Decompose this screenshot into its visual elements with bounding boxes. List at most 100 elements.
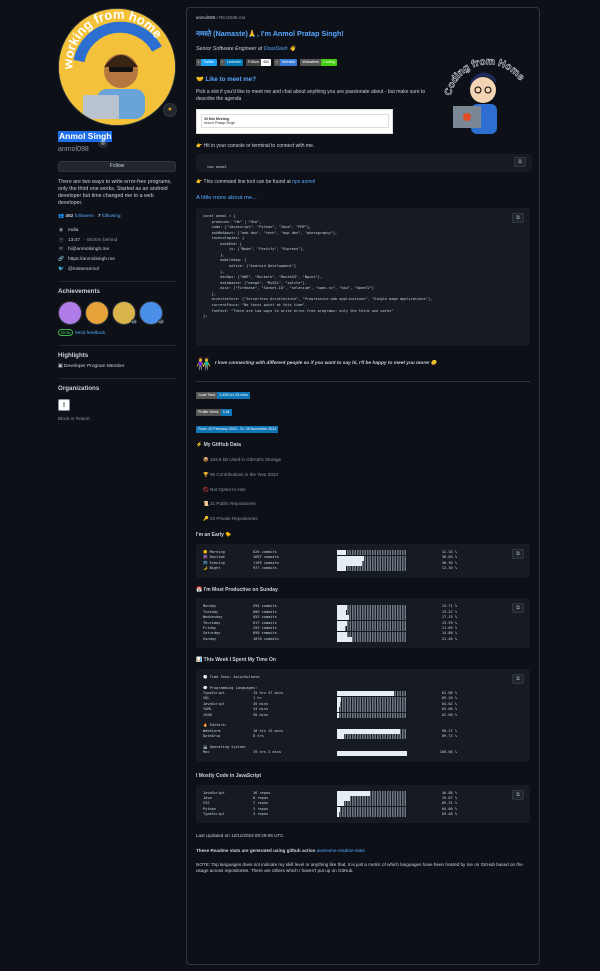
github-data-item: 📦 183.9 kB Used in GitHub's Storage — [203, 457, 282, 463]
weekday-block: Monday 594 commits 13.71 % Tuesday 600 commi… — [196, 598, 530, 649]
social-shield[interactable]: ▪ Website — [274, 58, 298, 66]
stat-row: 🌙 Night 977 commits 12.30 % — [203, 566, 523, 572]
progress-fill — [337, 812, 340, 818]
stat-badges: Code Time 2,405 hrs 33 mins Profile Views 5… — [196, 392, 530, 434]
progress-bar — [337, 636, 407, 642]
following-link[interactable]: 7 following — [98, 214, 121, 219]
achievement-badge[interactable]: x2 — [139, 301, 164, 326]
badge-value: 2,405 hrs 33 mins — [217, 392, 250, 400]
social-shield[interactable]: Follow 452 — [246, 58, 272, 66]
link-icon: 🔗 — [58, 256, 64, 262]
row-count: 977 commits — [253, 566, 277, 571]
github-data-list: 📦 183.9 kB Used in GitHub's Storage 🏆 95 … — [196, 457, 530, 522]
achievement-badge[interactable] — [85, 301, 109, 326]
organization-avatar[interactable]: ▯ — [58, 398, 70, 411]
week-heading: 📊 This Week I Spent My Time On — [196, 657, 276, 664]
about-code-block: const anmol = { pronouns: "He" | "Him", … — [196, 207, 530, 346]
progress-bar — [337, 707, 407, 713]
progress-fill — [337, 620, 347, 626]
badge-label: Profile Views — [196, 409, 221, 417]
more-heading: A little more about me... — [196, 195, 257, 202]
copy-icon-2[interactable]: ⧉ — [512, 212, 524, 223]
connect-line: 👫 I love connecting with different people… — [196, 356, 530, 372]
row-name: 🌙 Night — [203, 566, 221, 571]
social-shield[interactable]: ▪ Twitter — [196, 58, 217, 66]
progress-fill — [337, 728, 401, 734]
copy-icon[interactable]: ⧉ — [512, 789, 524, 800]
twitter-row: 🐦 @misteranmol — [58, 267, 176, 273]
coding-from-home-illustration: Coding from Home — [443, 56, 527, 134]
row-percent: 100.00 % — [439, 750, 457, 755]
follow-button[interactable]: Follow — [58, 160, 176, 172]
breadcrumb-file[interactable]: README.md — [219, 15, 245, 20]
progress-fill — [337, 801, 344, 807]
meet-text: Pick a slot if you'd like to meet me and… — [196, 89, 426, 102]
npx-code-block: npx anmol ⧉ — [196, 154, 532, 173]
progress-fill — [337, 561, 363, 567]
week-time-block: 🕑 Time Zone: Asia/Kolkata 💬 Programming … — [196, 668, 530, 762]
location-row: ◉ India — [58, 228, 176, 234]
github-data-item: 🏆 95 Contributions in the Year 2023 — [203, 472, 278, 478]
js-heading: I Mostly Code in JavaScript — [196, 772, 262, 779]
email-link[interactable]: hi@anmolsingh.me — [68, 247, 109, 253]
organizations-heading: Organizations — [58, 378, 176, 393]
shield-value: Coding — [321, 58, 338, 66]
copy-icon[interactable]: ⧉ — [512, 603, 524, 614]
progress-bar — [337, 712, 407, 718]
readme-greeting: नमस्ते (Namaste)🙏, I'm Anmol Pratap Sing… — [196, 28, 344, 38]
npx-link[interactable]: npx anmol — [292, 179, 315, 185]
row-name: Sunday — [203, 636, 216, 641]
location-icon: ◉ — [58, 227, 64, 233]
breadcrumb-user[interactable]: anmol098 — [196, 15, 215, 20]
row-name: JSON — [203, 712, 212, 717]
achievement-badge[interactable]: x3 — [112, 301, 137, 326]
beta-badge: Beta — [58, 329, 74, 337]
copy-icon[interactable]: ⧉ — [512, 549, 524, 560]
progress-bar — [337, 790, 407, 796]
copy-icon[interactable]: ⧉ — [512, 673, 524, 684]
progress-bar — [337, 561, 407, 567]
highlight-text: Developer Program Member — [63, 363, 125, 369]
social-shield[interactable]: Wakatime Coding — [300, 58, 338, 66]
progress-bar — [337, 750, 407, 756]
wave-icon: 👋 — [289, 45, 296, 52]
action-link[interactable]: awesome-readme-stats — [317, 848, 365, 853]
profile-bio: There are two ways to write error-free p… — [58, 178, 172, 207]
progress-fill — [337, 636, 353, 642]
time-note: - 5h30m behind — [84, 237, 118, 243]
profile-username: anmol098 — [58, 146, 89, 154]
shield-value: Linkedin — [224, 58, 244, 66]
badge-label: From: 20 February 2020 - To: 28 November… — [196, 426, 279, 434]
row-percent: 03.48 % — [441, 812, 457, 817]
stat-badge: Profile Views 5.8k — [196, 409, 530, 417]
sponsor-badge-icon[interactable]: ● — [163, 103, 177, 117]
row-name: Mac — [203, 750, 210, 755]
progress-bar — [337, 604, 407, 610]
profile-avatar[interactable]: working from home — [58, 8, 176, 126]
twitter-link[interactable]: @misteranmol — [68, 267, 99, 273]
calendly-card[interactable]: 30 Min Meeting Anmol Pratap Singh — [196, 108, 393, 134]
achievement-badge[interactable] — [58, 301, 82, 326]
progress-fill — [337, 712, 339, 718]
send-feedback-link[interactable]: Send feedback — [75, 330, 106, 335]
npx-note: 👉 This command line tool can be found at… — [196, 179, 316, 186]
row-count: 1070 commits — [253, 636, 279, 641]
website-link[interactable]: https://anmolsingh.me — [68, 257, 115, 263]
followers-link[interactable]: 452 followers — [65, 214, 93, 219]
ghd-heading: ⚡ My GitHub Data — [196, 442, 241, 449]
copy-icon[interactable]: ⧉ — [514, 157, 526, 168]
social-shield[interactable]: ▪ Linkedin — [219, 58, 244, 66]
achievement-count: x2 — [157, 319, 164, 325]
progress-bar — [337, 801, 407, 807]
row-percent: 21.46 % — [441, 636, 457, 641]
progress-fill — [337, 691, 395, 697]
early-heading: I'm an Early 🐤 — [196, 532, 232, 539]
stat-badge: From: 20 February 2020 - To: 28 November… — [196, 426, 530, 434]
company-link[interactable]: DoorDash — [264, 46, 288, 52]
progress-fill — [337, 796, 351, 802]
highlights-heading: Highlights — [58, 344, 176, 360]
block-report-link[interactable]: Block or Report — [58, 416, 176, 422]
stat-badge: Code Time 2,405 hrs 33 mins — [196, 392, 530, 400]
lightning-icon: ⚡ — [196, 442, 203, 449]
row-percent: 09.73 % — [441, 734, 457, 739]
